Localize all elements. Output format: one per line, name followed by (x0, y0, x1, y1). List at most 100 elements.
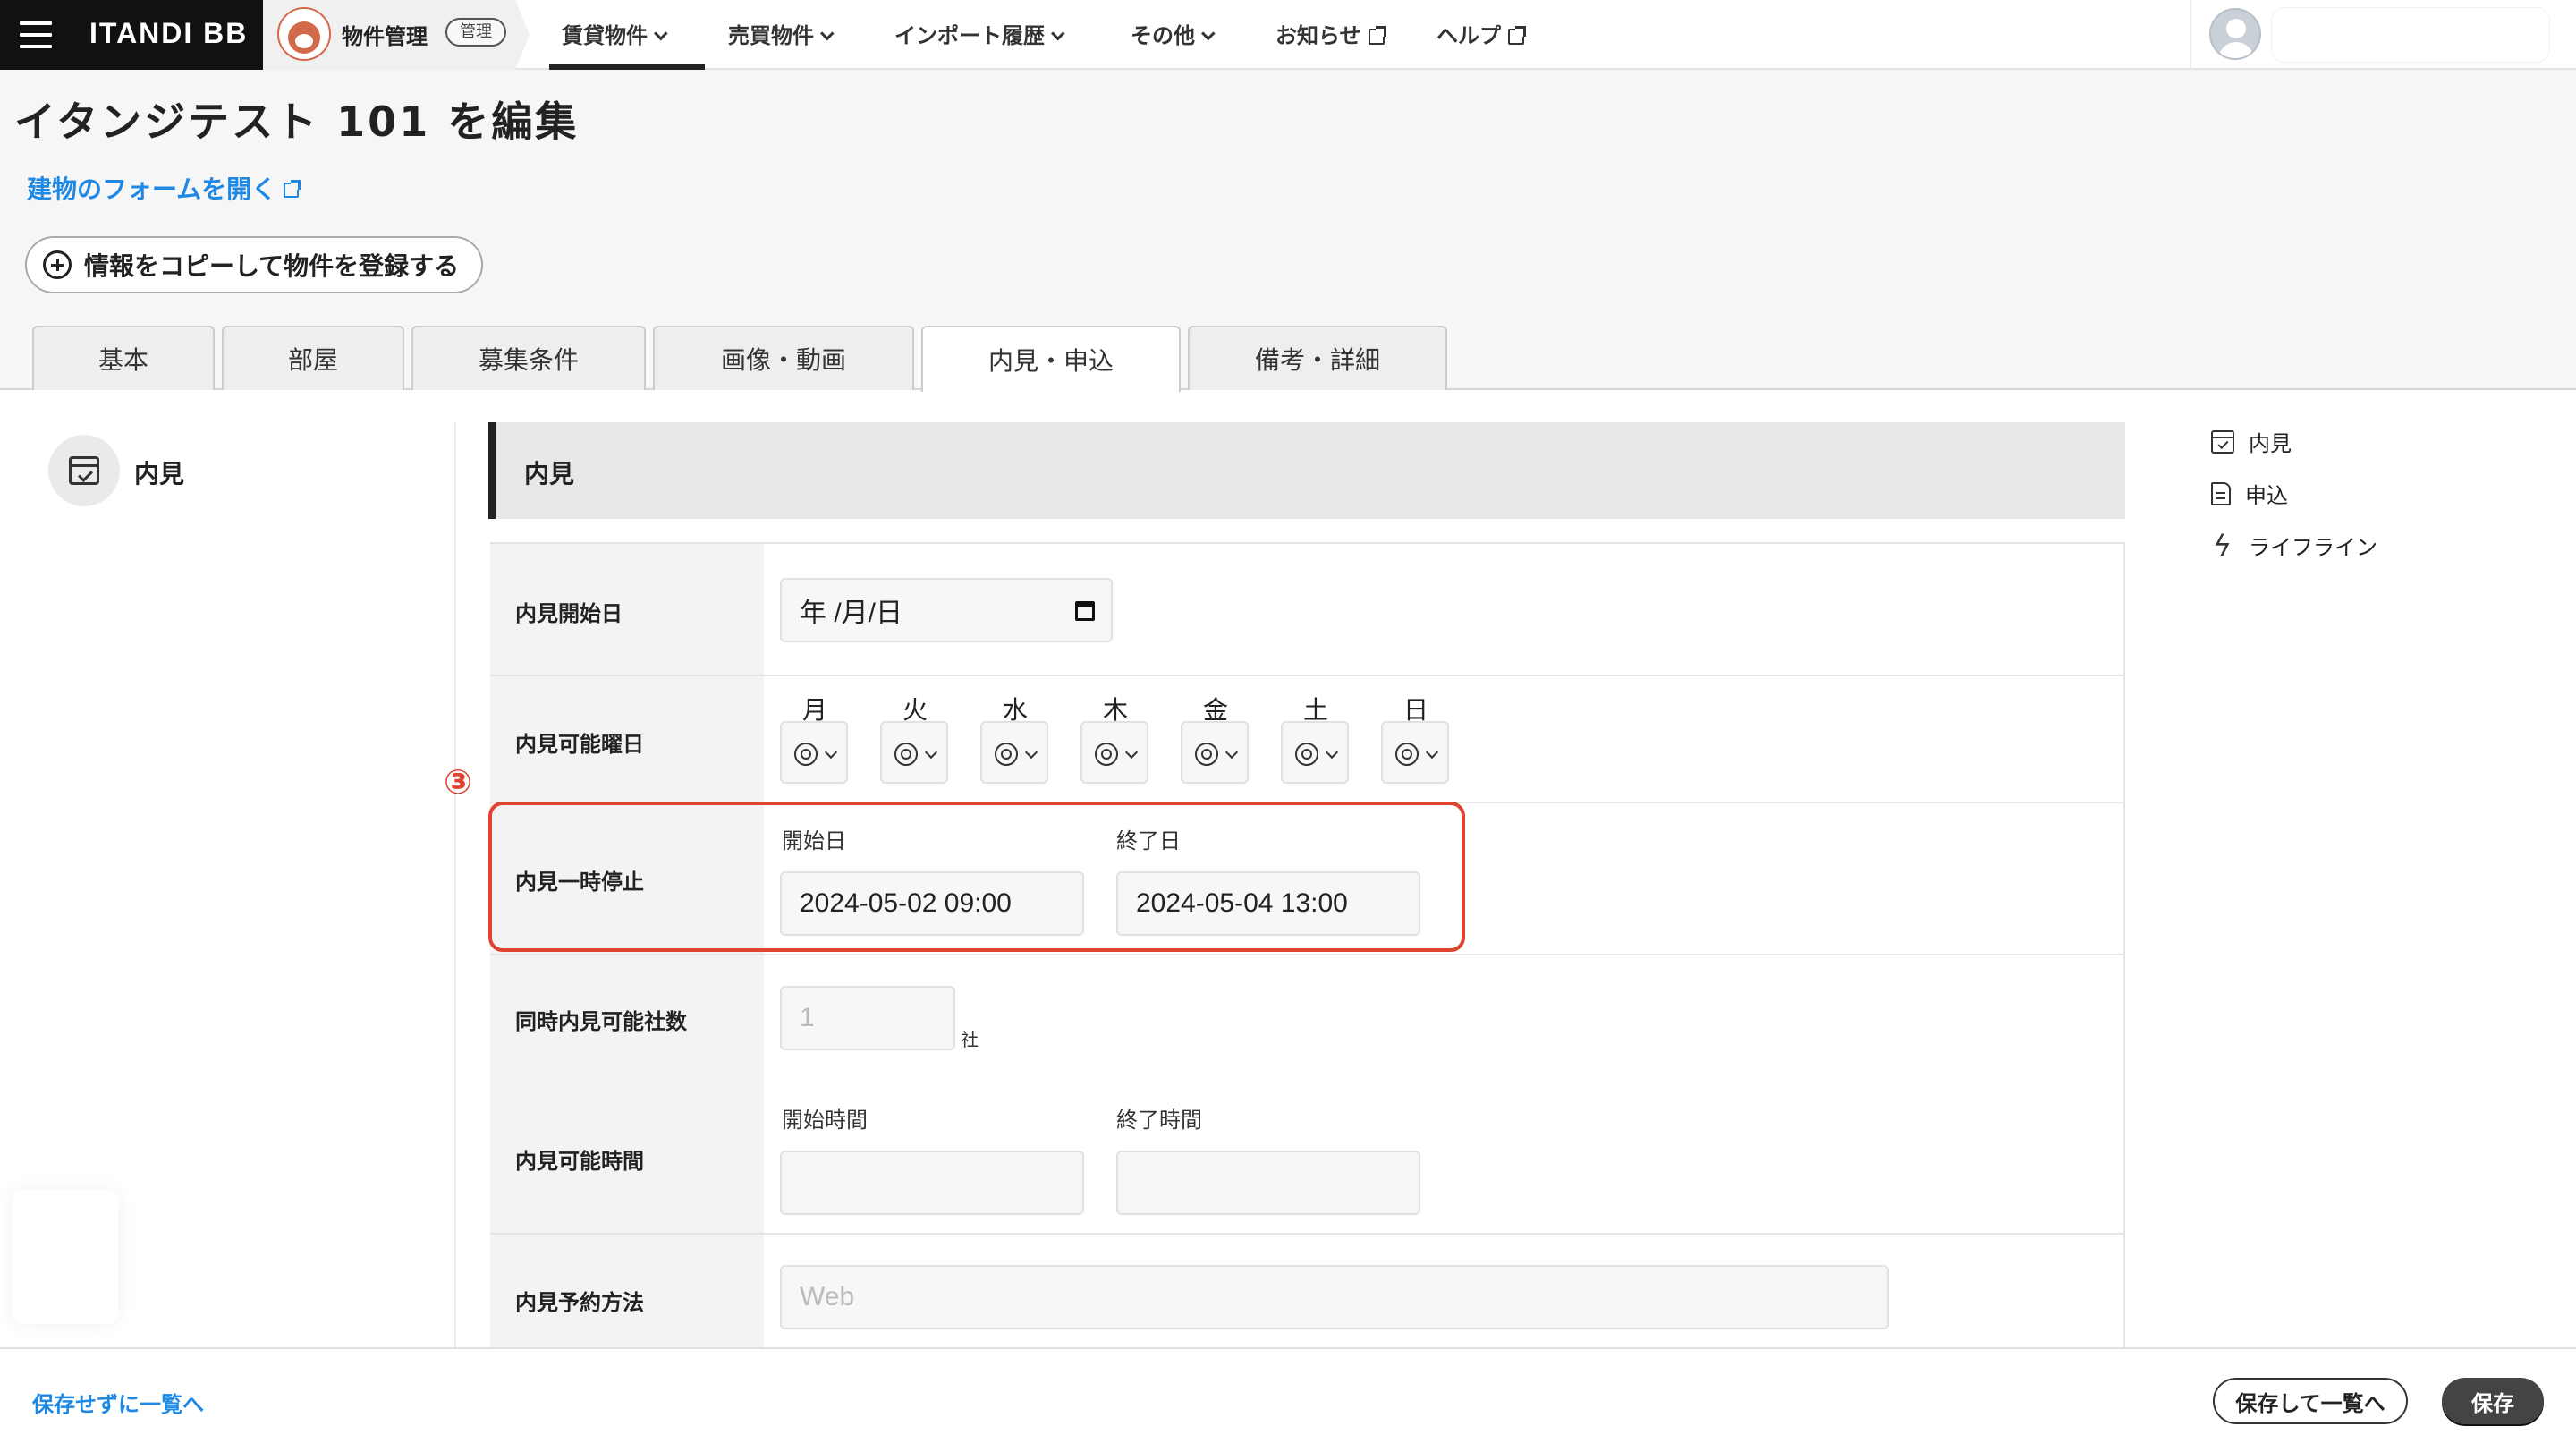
double-circle-icon (1295, 743, 1318, 766)
chevron-down-icon (1124, 745, 1139, 760)
double-circle-icon (995, 743, 1018, 766)
nav-news[interactable]: お知らせ (1275, 18, 1386, 49)
save-button[interactable]: 保存 (2442, 1378, 2544, 1424)
date-input-value: 年 /月/日 (800, 599, 903, 628)
weekday-select-thu[interactable] (1080, 721, 1148, 784)
toc-label: 内見 (2249, 431, 2292, 456)
tab-basic[interactable]: 基本 (32, 326, 215, 390)
row-label-viewing-suspension: 内見一時停止 (490, 802, 764, 954)
external-link-icon (1368, 26, 1386, 45)
top-navigation-bar: ITANDI BB 物件管理 管理 賃貸物件 売買物件 インポート履歴 その他 … (0, 0, 2576, 70)
calendar-icon (2211, 429, 2234, 454)
weekday-select-fri[interactable] (1181, 721, 1249, 784)
chevron-down-icon (1024, 745, 1038, 760)
tab-room[interactable]: 部屋 (222, 326, 404, 390)
hours-end-input[interactable] (1116, 1151, 1420, 1215)
chevron-down-icon (1201, 26, 1216, 41)
bear-mascot-icon (277, 7, 331, 61)
external-link-icon (1508, 26, 1526, 45)
brand-area: ITANDI BB (0, 0, 263, 70)
chevron-down-icon (1425, 745, 1439, 760)
nav-help[interactable]: ヘルプ (1436, 18, 1526, 49)
hamburger-menu-icon[interactable] (20, 21, 52, 48)
plus-circle-icon (43, 250, 72, 279)
tab-recruitment-terms[interactable]: 募集条件 (411, 326, 646, 390)
save-and-return-button[interactable]: 保存して一覧へ (2213, 1378, 2408, 1424)
chevron-down-icon (1325, 745, 1339, 760)
brand-logo[interactable]: ITANDI BB (89, 17, 248, 50)
copy-and-register-button[interactable]: 情報をコピーして物件を登録する (25, 236, 483, 293)
field-label: 内見可能時間 (515, 1149, 644, 1174)
suspend-start-label: 開始日 (782, 828, 846, 853)
hours-end-label: 終了時間 (1116, 1108, 1202, 1133)
suspend-end-label: 終了日 (1116, 828, 1181, 853)
field-label: 内見予約方法 (515, 1290, 644, 1315)
row-label-viewing-start: 内見開始日 (490, 542, 764, 675)
calendar-check-icon (69, 456, 99, 485)
copy-and-register-label: 情報をコピーして物件を登録する (84, 251, 460, 281)
row-label-viewing-hours: 内見可能時間 (490, 1079, 764, 1233)
viewing-start-date-input[interactable]: 年 /月/日 (780, 578, 1113, 642)
external-link-icon (284, 180, 301, 198)
chevron-down-icon (820, 26, 835, 41)
tab-notes-details[interactable]: 備考・詳細 (1188, 326, 1447, 390)
nav-rental-properties[interactable]: 賃貸物件 (562, 18, 668, 49)
toc-label: 申込 (2245, 483, 2288, 508)
chevron-down-icon (1224, 745, 1239, 760)
bottom-action-bar (0, 1347, 2576, 1452)
weekday-select-sat[interactable] (1281, 721, 1349, 784)
chevron-down-icon (654, 26, 668, 41)
double-circle-icon (794, 743, 818, 766)
calendar-icon[interactable] (1075, 601, 1095, 621)
user-avatar-icon[interactable] (2209, 8, 2261, 60)
row-label-concurrent-companies: 同時内見可能社数 (490, 954, 764, 1079)
double-circle-icon (1395, 743, 1419, 766)
double-circle-icon (1195, 743, 1218, 766)
tab-images-videos[interactable]: 画像・動画 (653, 326, 914, 390)
section-title: 内見 (524, 459, 575, 488)
tab-viewing-application[interactable]: 内見・申込 (921, 326, 1181, 392)
weekday-select-wed[interactable] (980, 721, 1048, 784)
nav-sale-properties[interactable]: 売買物件 (728, 18, 835, 49)
section-nav-viewing[interactable] (48, 435, 120, 506)
chevron-down-icon (1051, 26, 1065, 41)
page-title: イタンジテスト 101 を編集 (14, 98, 580, 146)
concurrent-companies-input[interactable]: 1 (780, 986, 955, 1050)
admin-badge: 管理 (445, 18, 506, 47)
weekday-select-tue[interactable] (880, 721, 948, 784)
double-circle-icon (1095, 743, 1118, 766)
chat-widget[interactable] (13, 1190, 118, 1324)
nav-other[interactable]: その他 (1131, 18, 1216, 49)
toc-label: ライフライン (2249, 535, 2377, 560)
chevron-down-icon (924, 745, 938, 760)
reservation-method-input[interactable]: Web (780, 1265, 1889, 1329)
double-circle-icon (894, 743, 918, 766)
annotation-marker: ③ (444, 762, 473, 802)
hours-start-input[interactable] (780, 1151, 1084, 1215)
section-header-viewing: 内見 (488, 422, 2125, 519)
field-label: 同時内見可能社数 (515, 1009, 687, 1034)
weekday-select-sun[interactable] (1381, 721, 1449, 784)
document-icon (2211, 481, 2231, 505)
user-menu[interactable] (2272, 8, 2549, 62)
breadcrumb-label[interactable]: 物件管理 (342, 19, 428, 50)
unit-label: 社 (961, 1029, 979, 1050)
section-nav-label[interactable]: 内見 (134, 454, 184, 490)
suspend-end-input[interactable]: 2024-05-04 13:00 (1116, 871, 1420, 936)
row-label-weekdays: 内見可能曜日 (490, 675, 764, 802)
field-label: 内見開始日 (515, 601, 623, 626)
divider (2190, 0, 2191, 70)
field-label: 内見可能曜日 (515, 732, 644, 757)
suspend-start-input[interactable]: 2024-05-02 09:00 (780, 871, 1084, 936)
toc-item-application[interactable]: 申込 (2211, 478, 2288, 509)
toc-item-viewing[interactable]: 内見 (2211, 426, 2292, 457)
nav-import-history[interactable]: インポート履歴 (894, 18, 1065, 49)
back-without-saving-link[interactable]: 保存せずに一覧へ (32, 1387, 204, 1418)
row-value-concurrent-companies (764, 954, 2125, 1079)
weekday-select-mon[interactable] (780, 721, 848, 784)
field-label: 内見一時停止 (515, 870, 644, 895)
toc-item-lifeline[interactable]: ライフライン (2211, 529, 2377, 563)
divider (454, 422, 456, 1347)
chevron-down-icon (824, 745, 838, 760)
open-building-form-link[interactable]: 建物のフォームを開く (27, 170, 301, 206)
